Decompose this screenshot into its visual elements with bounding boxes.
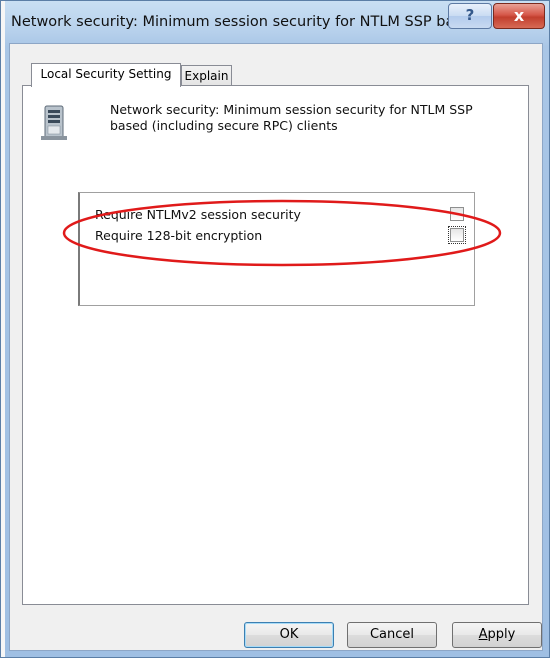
ok-label: OK — [279, 627, 299, 642]
apply-mnemonic: A — [478, 627, 488, 642]
title-bar[interactable]: Network security: Minimum session securi… — [1, 1, 549, 45]
tab-local-security-setting[interactable]: Local Security Setting — [31, 63, 181, 87]
tab-label: Explain — [184, 69, 229, 83]
help-button[interactable]: ? — [448, 3, 492, 29]
tab-label: Local Security Setting — [40, 67, 172, 81]
dialog-window: Network security: Minimum session securi… — [0, 0, 550, 658]
policy-description: Network security: Minimum session securi… — [110, 102, 473, 133]
help-icon: ? — [465, 6, 475, 24]
tab-explain[interactable]: Explain — [181, 65, 232, 87]
close-icon: x — [513, 6, 525, 25]
apply-label: Apply — [479, 627, 516, 642]
cancel-button[interactable]: Cancel — [347, 622, 437, 648]
red-ellipse-annotation — [62, 199, 502, 267]
server-policy-icon — [39, 104, 69, 142]
tab-panel: Network security: Minimum session securi… — [22, 85, 529, 605]
ok-button[interactable]: OK — [244, 622, 334, 648]
close-button[interactable]: x — [493, 3, 545, 29]
left-edge — [1, 1, 5, 657]
window-title: Network security: Minimum session securi… — [11, 14, 469, 30]
cancel-label: Cancel — [369, 627, 415, 642]
apply-label-rest: pply — [487, 627, 516, 642]
apply-button[interactable]: Apply — [452, 622, 542, 648]
